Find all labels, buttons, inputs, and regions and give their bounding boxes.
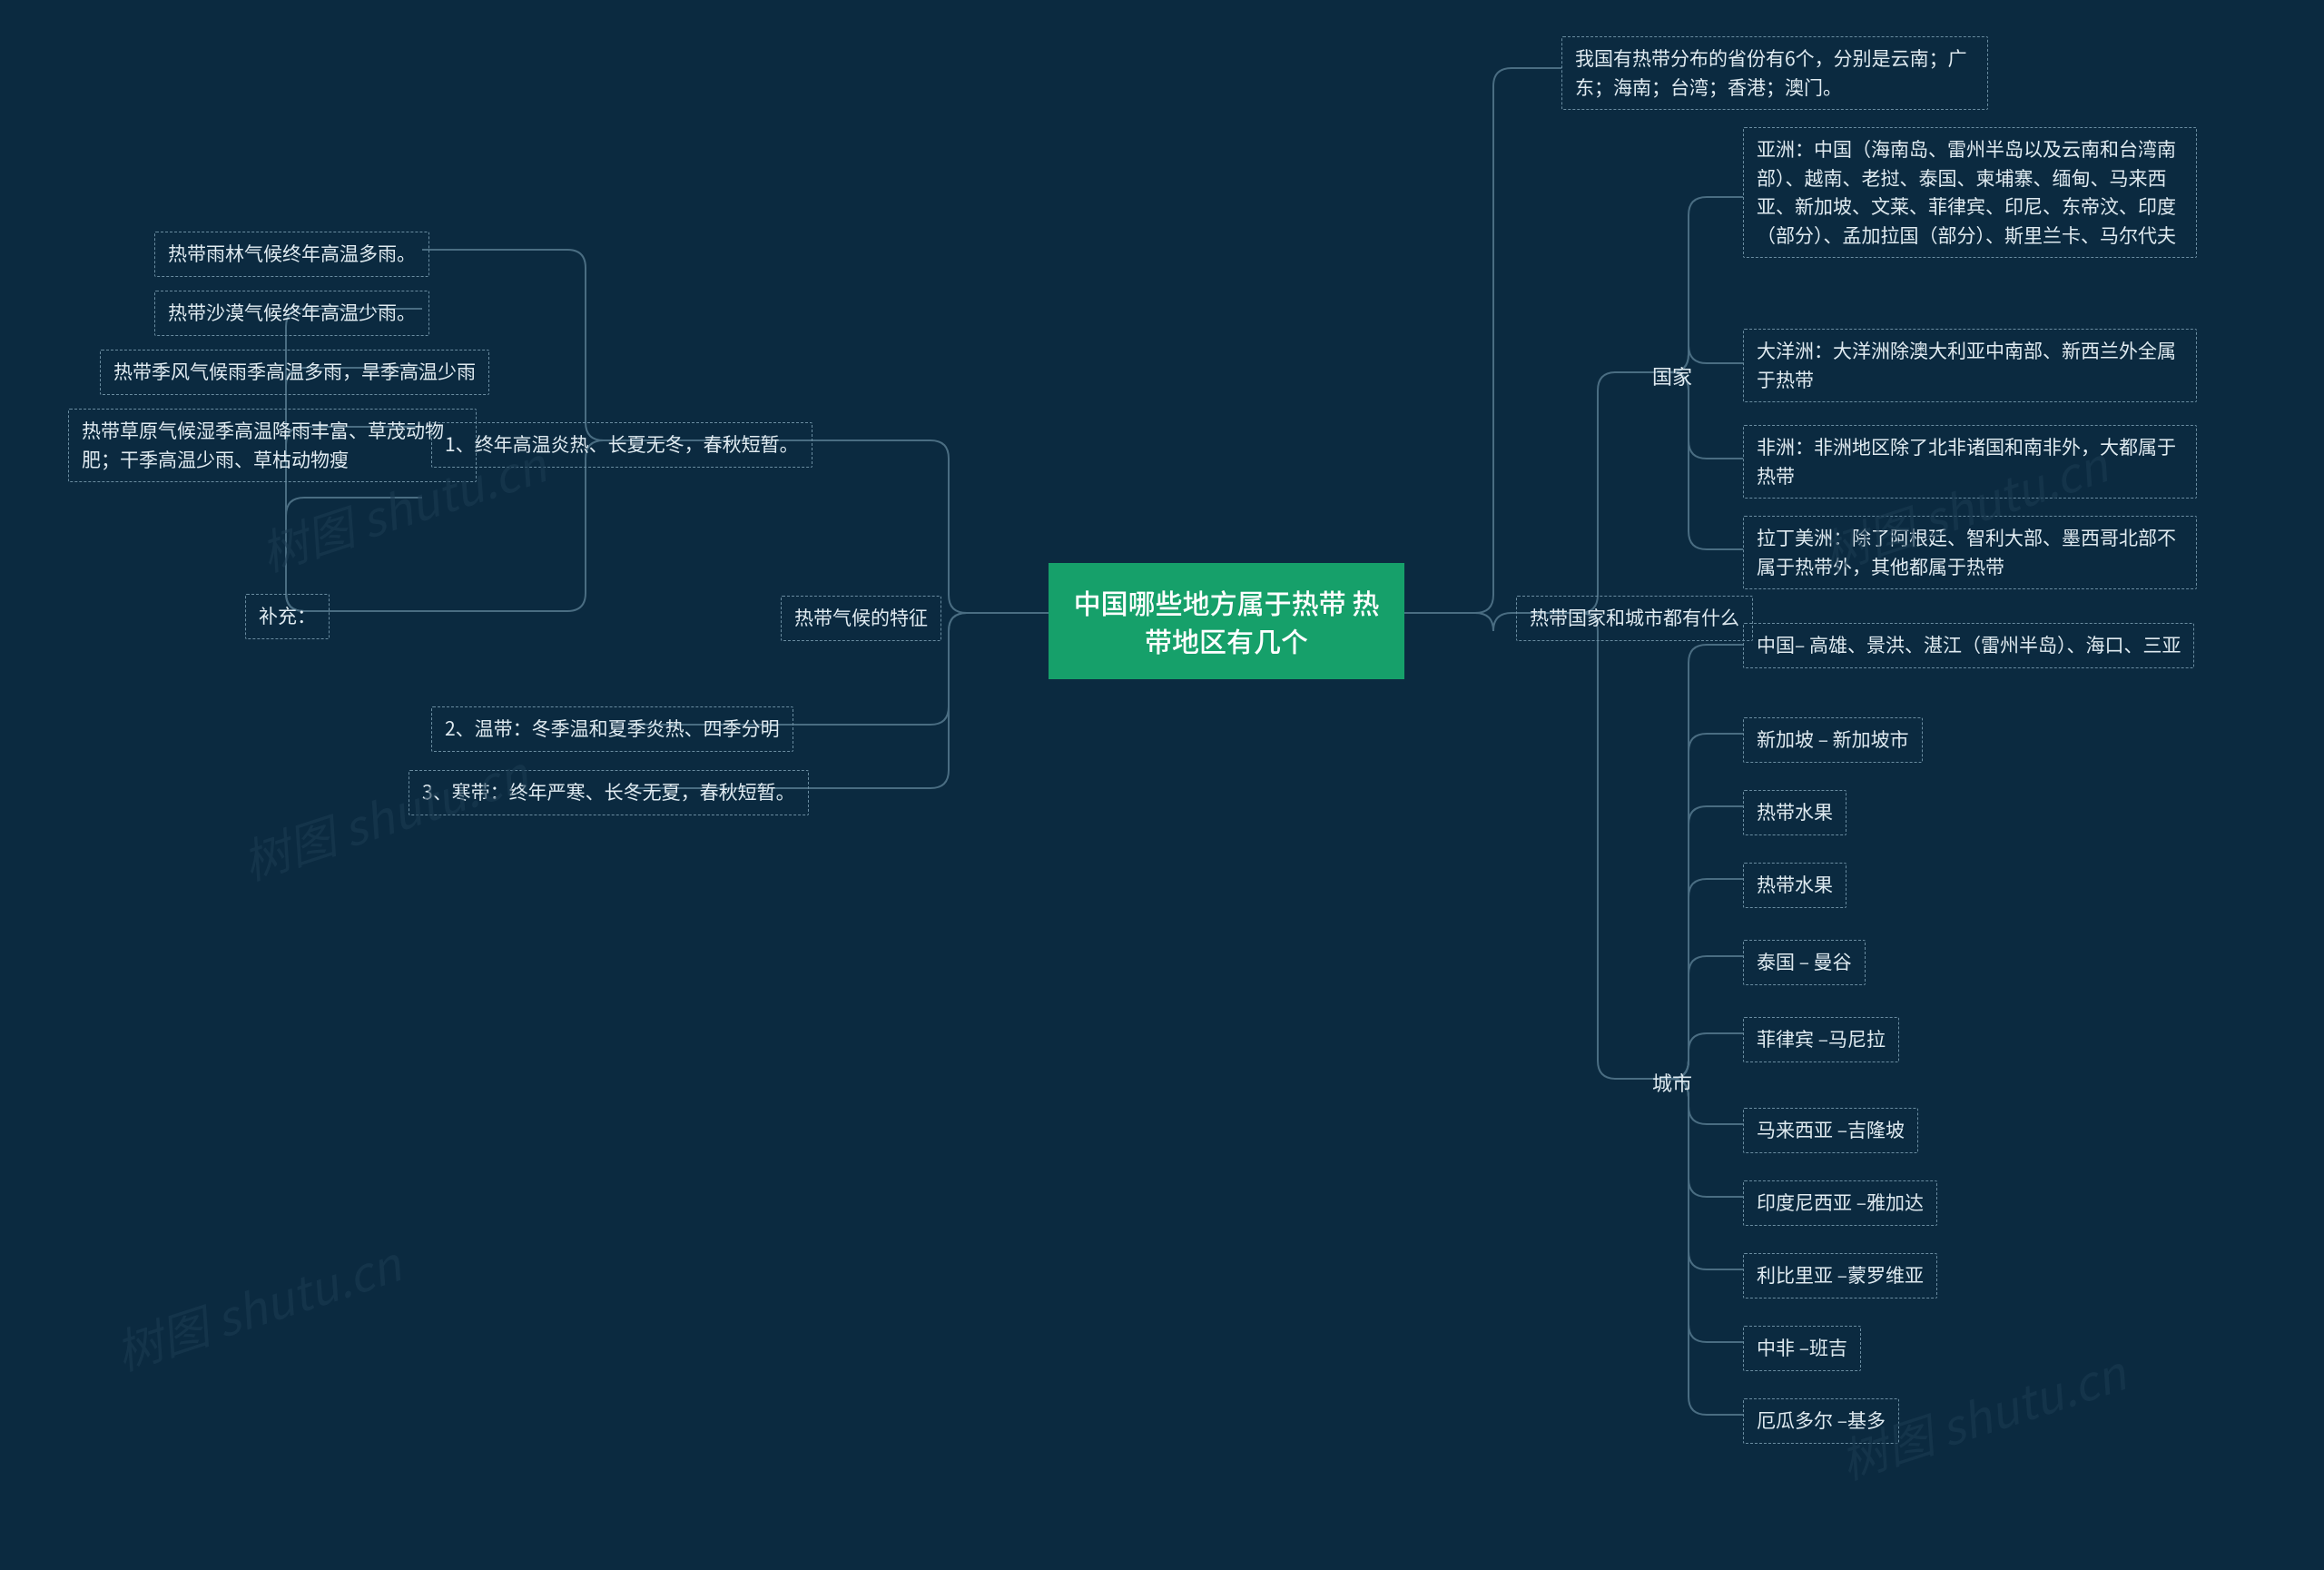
supplement-label[interactable]: 补充：	[245, 594, 330, 639]
cities-label[interactable]: 城市	[1652, 1068, 1692, 1097]
watermark: 树图 shutu.cn	[105, 1227, 409, 1383]
climate-item-3[interactable]: 3、寒带：终年严寒、长冬无夏，春秋短暂。	[409, 770, 809, 815]
supplement-2[interactable]: 热带沙漠气候终年高温少雨。	[154, 291, 429, 336]
mindmap-canvas: 中国哪些地方属于热带 热带地区有几个 热带气候的特征 1、终年高温炎热、长夏无冬…	[0, 0, 2324, 1570]
city-3[interactable]: 热带水果	[1743, 863, 1846, 908]
supplement-3[interactable]: 热带季风气候雨季高温多雨，旱季高温少雨	[100, 350, 489, 395]
branch-climate[interactable]: 热带气候的特征	[781, 596, 941, 641]
city-9[interactable]: 中非 –班吉	[1743, 1326, 1861, 1371]
country-africa[interactable]: 非洲：非洲地区除了北非诸国和南非外，大都属于热带	[1743, 425, 2197, 499]
city-7[interactable]: 印度尼西亚 –雅加达	[1743, 1180, 1937, 1226]
city-2[interactable]: 热带水果	[1743, 790, 1846, 835]
country-oceania[interactable]: 大洋洲：大洋洲除澳大利亚中南部、新西兰外全属于热带	[1743, 329, 2197, 402]
center-topic[interactable]: 中国哪些地方属于热带 热带地区有几个	[1049, 563, 1404, 679]
city-4[interactable]: 泰国 – 曼谷	[1743, 940, 1866, 985]
climate-item-1[interactable]: 1、终年高温炎热、长夏无冬，春秋短暂。	[431, 422, 812, 468]
country-asia[interactable]: 亚洲：中国（海南岛、雷州半岛以及云南和台湾南部）、越南、老挝、泰国、柬埔寨、缅甸…	[1743, 127, 2197, 258]
supplement-1[interactable]: 热带雨林气候终年高温多雨。	[154, 232, 429, 277]
city-8[interactable]: 利比里亚 –蒙罗维亚	[1743, 1253, 1937, 1298]
city-5[interactable]: 菲律宾 –马尼拉	[1743, 1017, 1899, 1062]
supplement-4[interactable]: 热带草原气候湿季高温降雨丰富、草茂动物肥；干季高温少雨、草枯动物瘦	[68, 409, 477, 482]
city-0[interactable]: 中国– 高雄、景洪、湛江（雷州半岛）、海口、三亚	[1743, 623, 2194, 668]
city-6[interactable]: 马来西亚 –吉隆坡	[1743, 1108, 1918, 1153]
provinces[interactable]: 我国有热带分布的省份有6个，分别是云南；广东；海南；台湾；香港；澳门。	[1561, 36, 1988, 110]
climate-item-2[interactable]: 2、温带：冬季温和夏季炎热、四季分明	[431, 706, 793, 752]
country-latin[interactable]: 拉丁美洲：除了阿根廷、智利大部、墨西哥北部不属于热带外，其他都属于热带	[1743, 516, 2197, 589]
city-1[interactable]: 新加坡 – 新加坡市	[1743, 717, 1923, 763]
city-10[interactable]: 厄瓜多尔 –基多	[1743, 1398, 1899, 1444]
countries-label[interactable]: 国家	[1652, 361, 1692, 390]
branch-countries-cities[interactable]: 热带国家和城市都有什么	[1516, 596, 1753, 641]
watermark: 树图 shutu.cn	[232, 736, 536, 893]
